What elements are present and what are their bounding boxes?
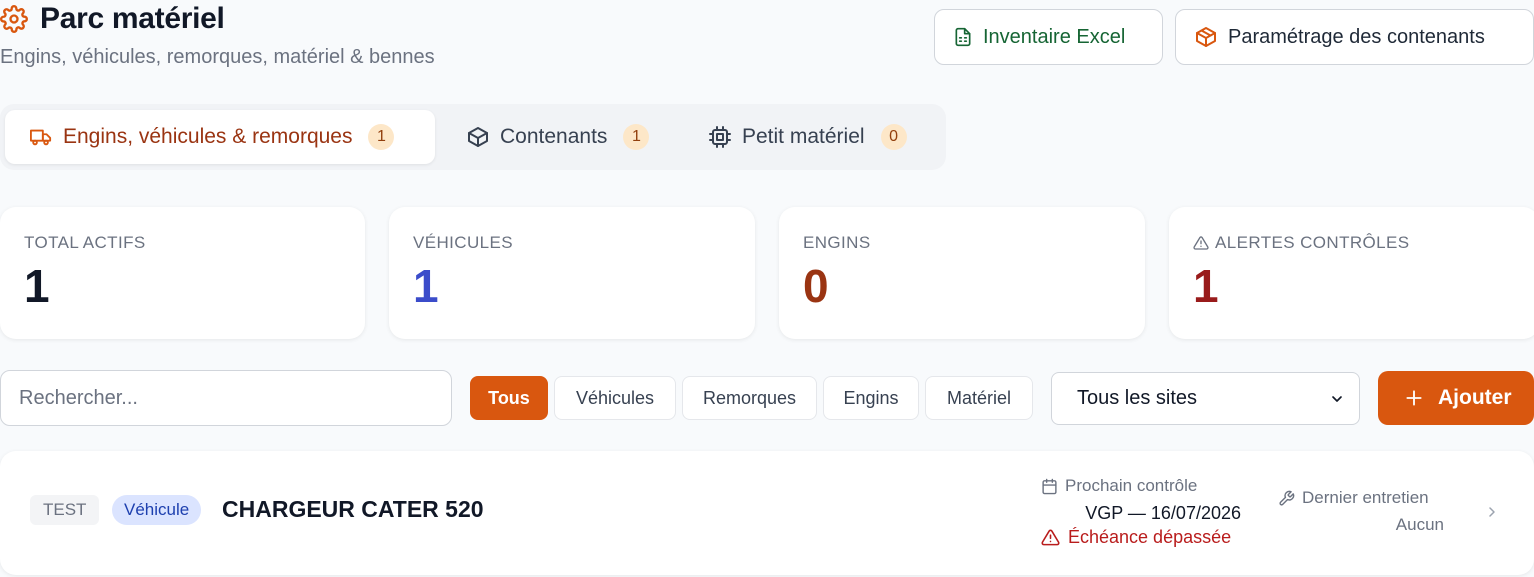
chevron-down-icon — [1329, 391, 1345, 407]
overdue-text: Échéance dépassée — [1068, 527, 1232, 547]
tab-small-equipment[interactable]: Petit matériel 0 — [708, 110, 907, 164]
tab-count-badge: 1 — [368, 124, 395, 150]
filter-chip-machines[interactable]: Engins — [823, 376, 919, 420]
next-control-label: Prochain contrôle — [1065, 476, 1198, 495]
alert-triangle-icon — [1041, 528, 1060, 547]
page-title: Parc matériel — [40, 2, 225, 35]
site-select[interactable]: Tous les sites — [1051, 372, 1360, 425]
tab-count-badge: 1 — [623, 124, 650, 150]
stat-value: 1 — [24, 260, 50, 312]
page-subtitle: Engins, véhicules, remorques, matériel &… — [0, 46, 435, 68]
type-badge: Véhicule — [112, 495, 202, 525]
stat-value: 0 — [803, 260, 829, 312]
tab-vehicles[interactable]: Engins, véhicules & remorques 1 — [5, 110, 435, 164]
add-asset-button[interactable]: Ajouter — [1378, 371, 1534, 425]
tab-label: Petit matériel — [742, 125, 865, 148]
stat-card-machines: ENGINS 0 — [779, 207, 1145, 339]
stat-card-total: TOTAL ACTIFS 1 — [0, 207, 365, 339]
spreadsheet-icon — [953, 26, 973, 48]
calendar-icon — [1041, 478, 1058, 495]
stat-label: ENGINS — [803, 233, 871, 252]
add-asset-label: Ajouter — [1438, 386, 1512, 409]
gear-icon — [0, 5, 28, 33]
page-header: Parc matériel — [0, 2, 225, 36]
plus-icon — [1404, 388, 1424, 408]
box-icon — [466, 125, 490, 149]
asset-name: CHARGEUR CATER 520 — [222, 496, 484, 522]
stat-card-alerts: ALERTES CONTRÔLES 1 — [1169, 207, 1534, 339]
tab-label: Contenants — [500, 125, 608, 148]
excel-inventory-label: Inventaire Excel — [983, 25, 1126, 48]
stat-label-row: ALERTES CONTRÔLES — [1193, 233, 1515, 253]
container-settings-button[interactable]: Paramétrage des contenants — [1175, 9, 1534, 65]
next-control-value: VGP — 16/07/2026 — [1085, 503, 1241, 523]
filter-chip-all[interactable]: Tous — [470, 376, 548, 420]
tab-containers[interactable]: Contenants 1 — [466, 110, 650, 164]
package-icon — [1194, 25, 1218, 49]
stat-label: VÉHICULES — [413, 233, 513, 252]
site-badge: TEST — [30, 495, 100, 525]
stat-value: 1 — [413, 260, 439, 312]
stat-label: ALERTES CONTRÔLES — [1215, 233, 1410, 252]
filter-chip-vehicles[interactable]: Véhicules — [554, 376, 676, 420]
stat-card-vehicles: VÉHICULES 1 — [389, 207, 755, 339]
wrench-icon — [1278, 490, 1295, 507]
chip-icon — [708, 125, 732, 149]
chevron-right-icon[interactable] — [1484, 502, 1500, 522]
warning-icon — [1193, 235, 1209, 251]
last-maintenance-value: Aucun — [1395, 515, 1444, 534]
last-maintenance-label: Dernier entretien — [1302, 488, 1429, 507]
last-maintenance-label-row: Dernier entretien — [1278, 488, 1429, 508]
filter-chip-trailers[interactable]: Remorques — [682, 376, 817, 420]
next-control-label-row: Prochain contrôle — [1041, 476, 1197, 496]
stat-value: 1 — [1193, 260, 1219, 312]
container-settings-label: Paramétrage des contenants — [1228, 25, 1485, 48]
site-select-value: Tous les sites — [1077, 387, 1198, 409]
tab-count-badge: 0 — [880, 124, 907, 150]
overdue-warning: Échéance dépassée — [1041, 527, 1231, 548]
truck-icon — [29, 126, 53, 148]
excel-inventory-button[interactable]: Inventaire Excel — [934, 9, 1163, 65]
tab-label: Engins, véhicules & remorques — [63, 125, 353, 148]
search-input[interactable] — [0, 370, 452, 426]
filter-chip-equipment[interactable]: Matériel — [925, 376, 1033, 420]
stat-label: TOTAL ACTIFS — [24, 233, 146, 252]
